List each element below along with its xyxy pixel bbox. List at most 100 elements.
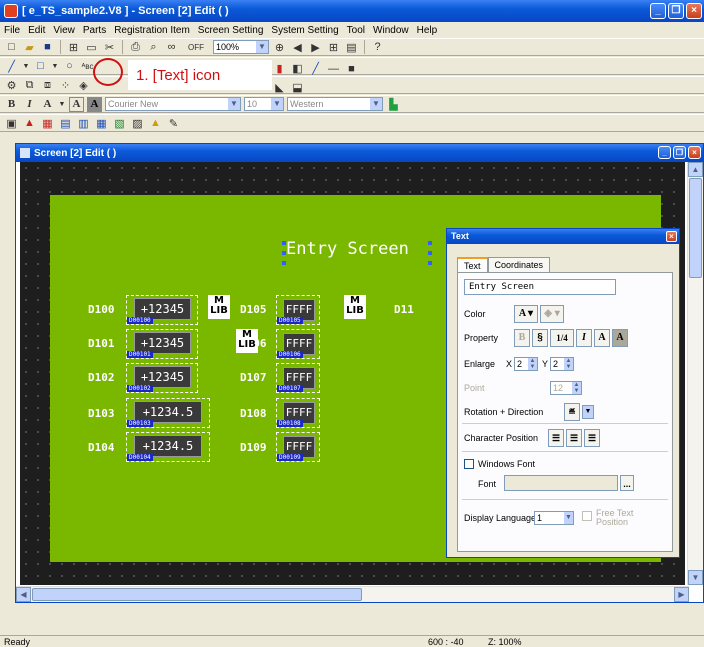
numeric-display[interactable]: +12345 D00101 <box>126 329 198 359</box>
save-icon[interactable]: ■ <box>40 40 55 55</box>
comment-icon[interactable]: ✎ <box>166 116 181 131</box>
hex-display[interactable]: FFFF D00108 <box>276 398 320 428</box>
screen-edit-title-bar[interactable]: Screen [2] Edit ( ) _ ❐ × <box>16 144 703 162</box>
numeric-display[interactable]: +12345 D00102 <box>126 363 198 393</box>
menu-view[interactable]: View <box>53 25 75 36</box>
chart-icon[interactable]: ▨ <box>130 116 145 131</box>
numeric-input-icon[interactable]: ▥ <box>76 116 91 131</box>
toggle-off-icon[interactable]: OFF <box>182 40 210 55</box>
enlarge-x-spinner[interactable]: 2 ▲ ▼ <box>514 357 538 371</box>
help-icon[interactable]: ? <box>370 40 385 55</box>
chevron-down-icon[interactable]: ▼ <box>51 59 59 74</box>
italic-button[interactable]: I <box>22 97 37 112</box>
parts-icon-1[interactable]: ⚙ <box>4 78 19 93</box>
color-icon[interactable]: ▮ <box>272 61 287 76</box>
shadow-button[interactable]: A <box>69 96 84 112</box>
text-dialog-title-bar[interactable]: Text × <box>447 229 679 244</box>
font-field[interactable] <box>504 475 618 491</box>
message-icon[interactable]: ▦ <box>94 116 109 131</box>
transfer-icon[interactable]: ⊞ <box>66 40 81 55</box>
switch-icon[interactable]: ▦ <box>40 116 55 131</box>
edit-restore-button[interactable]: ❐ <box>673 146 686 159</box>
chevron-down-icon[interactable]: ▼ <box>58 97 66 112</box>
font-size-select[interactable]: 10 ▼ <box>244 97 284 111</box>
font-color-button[interactable]: A <box>40 97 55 112</box>
parts-icon-6[interactable]: ◣ <box>272 80 287 95</box>
list-icon[interactable]: ▤ <box>344 40 359 55</box>
print-icon[interactable]: ⎙ <box>128 40 143 55</box>
menu-screen-setting[interactable]: Screen Setting <box>198 25 264 36</box>
numeric-display[interactable]: +12345 D00100 <box>126 295 198 325</box>
parts-icon-5[interactable]: ◈ <box>76 78 91 93</box>
forward-icon[interactable]: ▶ <box>308 40 323 55</box>
parts-icon-7[interactable]: ⬓ <box>290 80 305 95</box>
align-left-button[interactable]: ☰ <box>548 429 564 447</box>
rotation-button[interactable]: ≝ <box>564 403 580 421</box>
selection-handle[interactable] <box>282 251 286 255</box>
align-center-button[interactable]: ☰ <box>566 429 582 447</box>
tab-coordinates[interactable]: Coordinates <box>487 257 551 273</box>
selection-handle[interactable] <box>428 251 432 255</box>
zoom-select[interactable]: 100% ▼ <box>213 40 269 54</box>
outline-button[interactable]: A <box>87 96 102 112</box>
parts-icon-2[interactable]: ⧉ <box>22 78 37 93</box>
windows-font-checkbox[interactable] <box>464 459 474 469</box>
scroll-left-button[interactable]: ◀ <box>16 587 31 602</box>
restore-button[interactable]: ❐ <box>668 3 684 19</box>
menu-system-setting[interactable]: System Setting <box>271 25 338 36</box>
fill-icon[interactable]: ◧ <box>290 61 305 76</box>
pattern-icon[interactable]: ■ <box>344 61 359 76</box>
tab-text[interactable]: Text <box>457 257 488 273</box>
menu-registration-item[interactable]: Registration Item <box>114 25 190 36</box>
display-language-select[interactable]: 1 ▼ <box>534 511 574 525</box>
screen-icon[interactable]: ▣ <box>4 116 19 131</box>
hex-display[interactable]: FFFF D00106 <box>276 329 320 359</box>
selection-handle[interactable] <box>428 241 432 245</box>
arrange-icon[interactable]: ⊕ <box>272 40 287 55</box>
hex-display[interactable]: FFFF D00107 <box>276 363 320 393</box>
back-color-button[interactable]: ◈ ▾ <box>540 305 564 323</box>
parts-icon-4[interactable]: ⁘ <box>58 78 73 93</box>
grid-icon[interactable]: ⊞ <box>326 40 341 55</box>
dialog-close-icon[interactable]: × <box>666 231 677 242</box>
text-input[interactable]: Entry Screen <box>464 279 616 295</box>
scroll-up-button[interactable]: ▲ <box>688 162 703 177</box>
bold-button[interactable]: B <box>4 97 19 112</box>
charset-select[interactable]: Western ▼ <box>287 97 383 111</box>
scroll-down-button[interactable]: ▼ <box>688 570 703 585</box>
menu-edit[interactable]: Edit <box>28 25 45 36</box>
app-title-bar[interactable]: [ e_TS_sample2.V8 ] - Screen [2] Edit ( … <box>0 0 704 22</box>
selection-handle[interactable] <box>282 261 286 265</box>
cut-icon[interactable]: ✂ <box>102 40 117 55</box>
edit-minimize-button[interactable]: _ <box>658 146 671 159</box>
hex-display[interactable]: FFFF D00105 <box>276 295 320 325</box>
back-icon[interactable]: ◀ <box>290 40 305 55</box>
property-italic-button[interactable]: I <box>576 329 592 347</box>
lamp-icon[interactable]: ▲ <box>22 116 37 131</box>
point-spinner[interactable]: 12 ▲ ▼ <box>550 381 582 395</box>
hex-display[interactable]: FFFF D00109 <box>276 432 320 462</box>
menu-tool[interactable]: Tool <box>347 25 365 36</box>
circle-icon[interactable]: ○ <box>62 59 77 74</box>
property-quarter-button[interactable]: 1/4 <box>550 329 574 347</box>
selection-handle[interactable] <box>428 261 432 265</box>
search-icon[interactable]: ⌕ <box>146 40 161 55</box>
font-extra-icon[interactable]: ▙ <box>386 97 401 112</box>
alarm-icon[interactable]: ▲ <box>148 116 163 131</box>
text-color-button[interactable]: A ▾ <box>514 305 538 323</box>
close-button[interactable]: × <box>686 3 702 19</box>
minimize-button[interactable]: _ <box>650 3 666 19</box>
numeric-display[interactable]: +1234.5 D00104 <box>126 432 210 462</box>
mlib-icon[interactable]: M LIB <box>344 295 366 319</box>
parts-icon-3[interactable]: ⧈ <box>40 78 55 93</box>
scroll-right-button[interactable]: ▶ <box>674 587 689 602</box>
line-width-icon[interactable]: ― <box>326 61 341 76</box>
numeric-display-icon[interactable]: ▤ <box>58 116 73 131</box>
open-icon[interactable]: ▰ <box>22 40 37 55</box>
horizontal-scrollbar[interactable]: ◀ ▶ <box>16 586 689 602</box>
free-text-position-checkbox[interactable] <box>582 511 592 521</box>
align-right-button[interactable]: ☰ <box>584 429 600 447</box>
vertical-scroll-thumb[interactable] <box>689 178 702 278</box>
font-name-select[interactable]: Courier New ▼ <box>105 97 241 111</box>
font-browse-button[interactable]: ... <box>620 475 634 491</box>
